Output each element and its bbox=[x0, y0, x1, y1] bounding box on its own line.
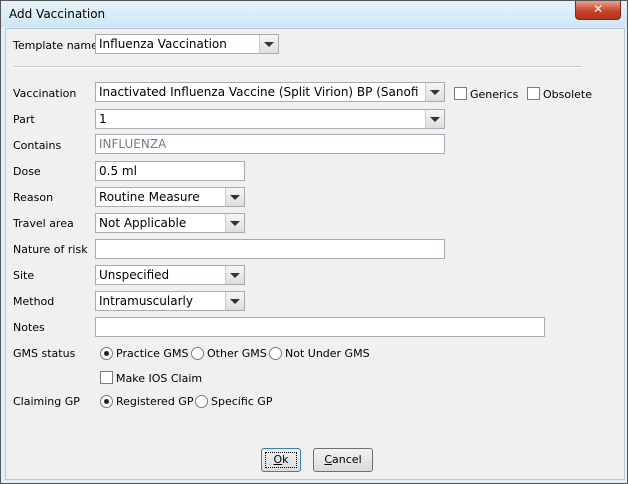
window-title: Add Vaccination bbox=[9, 7, 106, 21]
reason-value: Routine Measure bbox=[99, 190, 200, 204]
method-label: Method bbox=[13, 295, 55, 308]
reason-label: Reason bbox=[13, 191, 54, 204]
cancel-button[interactable]: Cancel bbox=[313, 448, 373, 472]
travel-area-select[interactable]: Not Applicable bbox=[95, 213, 245, 233]
divider bbox=[14, 66, 582, 68]
gms-status-label: GMS status bbox=[13, 347, 76, 360]
site-value: Unspecified bbox=[99, 268, 170, 282]
site-select[interactable]: Unspecified bbox=[95, 265, 245, 285]
notes-label: Notes bbox=[13, 321, 45, 334]
chevron-down-icon[interactable] bbox=[425, 83, 444, 101]
radio-specific-gp[interactable] bbox=[195, 395, 208, 408]
title-bar[interactable]: Add Vaccination ✕ bbox=[1, 1, 627, 27]
chevron-down-icon[interactable] bbox=[225, 188, 244, 206]
chevron-down-icon[interactable] bbox=[225, 266, 244, 284]
generics-label: Generics bbox=[470, 88, 519, 101]
obsolete-label: Obsolete bbox=[543, 88, 593, 101]
part-select[interactable]: 1 bbox=[95, 109, 445, 129]
ok-button[interactable]: Ok bbox=[261, 448, 301, 472]
add-vaccination-dialog: Add Vaccination ✕ Template name Influenz… bbox=[0, 0, 628, 484]
part-label: Part bbox=[13, 113, 35, 126]
registered-gp-label: Registered GP bbox=[116, 395, 194, 408]
claiming-gp-label: Claiming GP bbox=[13, 395, 80, 408]
dose-field[interactable]: 0.5 ml bbox=[95, 161, 245, 181]
radio-registered-gp[interactable] bbox=[100, 395, 113, 408]
make-ios-claim-checkbox[interactable] bbox=[100, 371, 113, 384]
cancel-mnemonic: C bbox=[324, 453, 333, 466]
radio-practice-gms[interactable] bbox=[100, 347, 113, 360]
chevron-down-icon[interactable] bbox=[225, 214, 244, 232]
generics-checkbox[interactable] bbox=[454, 87, 467, 100]
part-value: 1 bbox=[99, 112, 107, 126]
dose-label: Dose bbox=[13, 165, 41, 178]
nature-of-risk-field[interactable] bbox=[95, 239, 445, 259]
radio-not-under-gms[interactable] bbox=[269, 347, 282, 360]
practice-gms-label: Practice GMS bbox=[116, 347, 189, 360]
make-ios-claim-label: Make IOS Claim bbox=[116, 372, 203, 385]
chevron-down-icon[interactable] bbox=[225, 292, 244, 310]
notes-field[interactable] bbox=[95, 317, 545, 337]
other-gms-label: Other GMS bbox=[207, 347, 267, 360]
site-label: Site bbox=[13, 269, 35, 282]
radio-other-gms[interactable] bbox=[191, 347, 204, 360]
cancel-label-rest: ancel bbox=[332, 453, 362, 466]
vaccination-label: Vaccination bbox=[13, 87, 77, 100]
contains-label: Contains bbox=[13, 139, 62, 152]
focus-ring bbox=[265, 452, 297, 468]
close-button[interactable]: ✕ bbox=[575, 1, 621, 20]
reason-select[interactable]: Routine Measure bbox=[95, 187, 245, 207]
dialog-body: Template name Influenza Vaccination Vacc… bbox=[5, 28, 625, 480]
template-name-value: Influenza Vaccination bbox=[99, 37, 227, 51]
travel-area-value: Not Applicable bbox=[99, 216, 187, 230]
obsolete-checkbox[interactable] bbox=[527, 87, 540, 100]
not-under-gms-label: Not Under GMS bbox=[285, 347, 370, 360]
close-icon: ✕ bbox=[592, 2, 604, 16]
template-name-label: Template name bbox=[13, 39, 98, 52]
vaccination-select[interactable]: Inactivated Influenza Vaccine (Split Vir… bbox=[95, 82, 445, 102]
nature-of-risk-label: Nature of risk bbox=[13, 243, 88, 256]
method-select[interactable]: Intramuscularly bbox=[95, 291, 245, 311]
contains-field: INFLUENZA bbox=[95, 134, 445, 154]
chevron-down-icon[interactable] bbox=[425, 110, 444, 128]
method-value: Intramuscularly bbox=[99, 294, 193, 308]
travel-area-label: Travel area bbox=[13, 217, 74, 230]
template-name-select[interactable]: Influenza Vaccination bbox=[95, 34, 279, 54]
specific-gp-label: Specific GP bbox=[211, 395, 273, 408]
vaccination-value: Inactivated Influenza Vaccine (Split Vir… bbox=[99, 85, 422, 99]
chevron-down-icon[interactable] bbox=[259, 35, 278, 53]
